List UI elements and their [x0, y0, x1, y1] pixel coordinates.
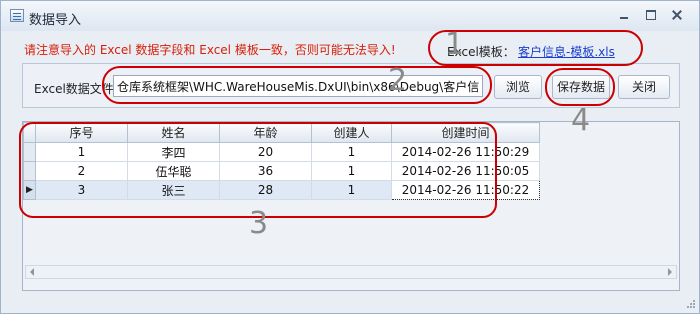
annotation-number-3: 3 [249, 206, 269, 241]
browse-button[interactable]: 浏览 [494, 75, 542, 99]
minimize-icon[interactable] [615, 7, 633, 23]
window-title: 数据导入 [29, 13, 82, 28]
annotation-ellipse-4 [545, 68, 615, 106]
maximize-icon[interactable] [642, 7, 660, 23]
close-button[interactable]: 关闭 [618, 75, 670, 99]
annotation-ellipse-2 [102, 66, 492, 104]
horizontal-scrollbar[interactable] [25, 265, 677, 279]
annotation-number-1: 1 [445, 27, 465, 62]
close-icon[interactable] [668, 7, 686, 23]
scroll-left-icon[interactable] [30, 268, 34, 276]
resize-grip[interactable] [686, 299, 696, 309]
import-warning: 请注意导入的 Excel 数据字段和 Excel 模板一致，否则可能无法导入! [24, 43, 396, 57]
app-icon [10, 9, 24, 22]
title-bar[interactable]: 数据导入 [1, 1, 699, 31]
scroll-right-icon[interactable] [668, 268, 672, 276]
annotation-number-4: 4 [571, 103, 591, 138]
annotation-ellipse-3 [19, 122, 497, 218]
annotation-number-2: 2 [388, 63, 408, 98]
